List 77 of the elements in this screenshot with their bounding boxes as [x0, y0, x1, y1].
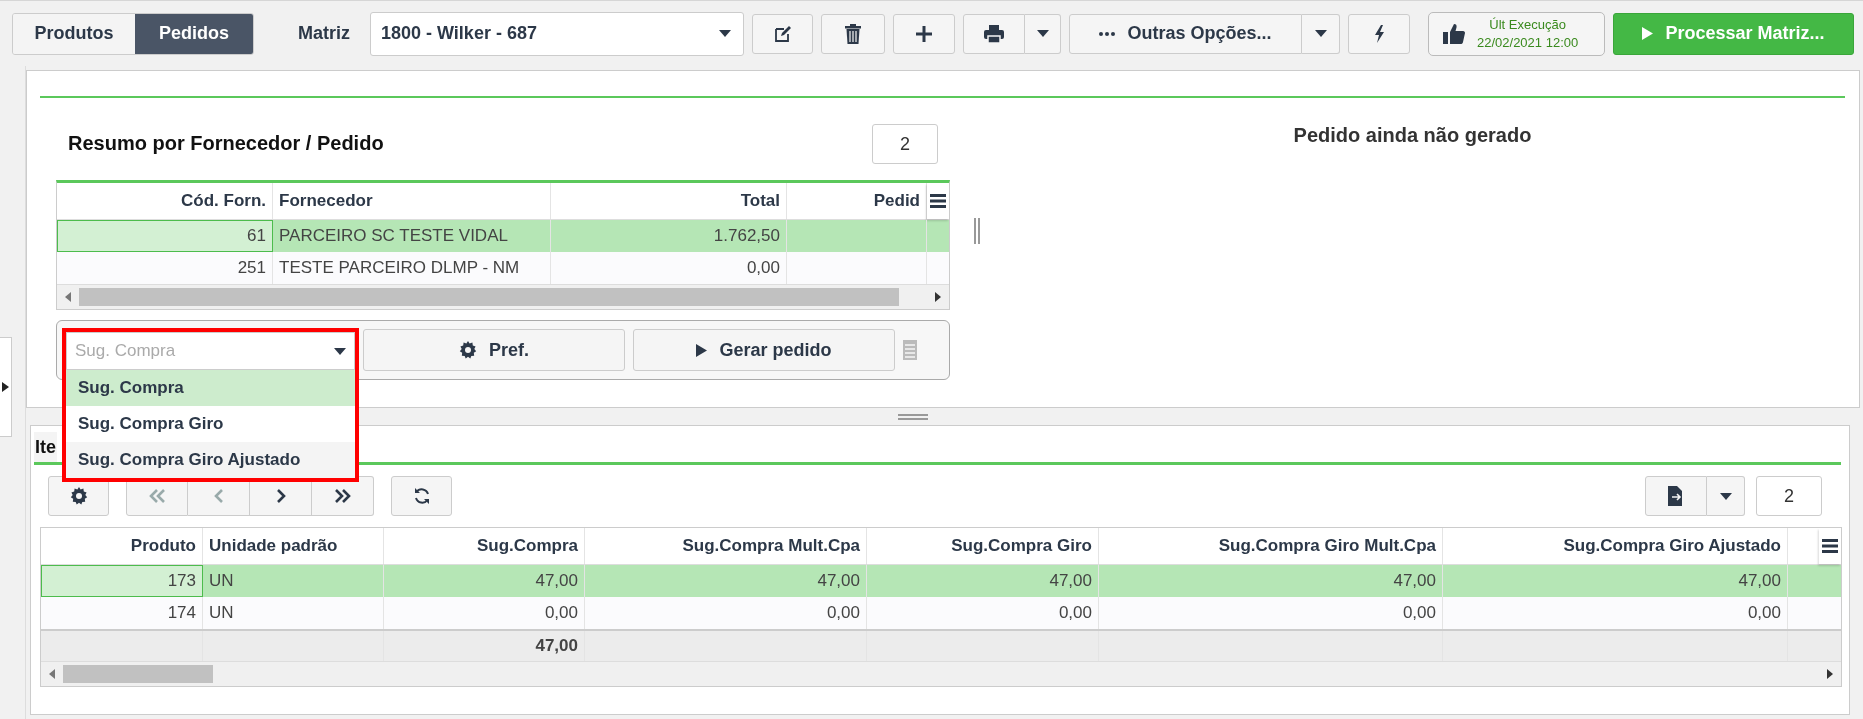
add-button[interactable]: [893, 13, 955, 54]
table-row[interactable]: 251 TESTE PARCEIRO DLMP - NM 0,00: [57, 252, 949, 284]
list-icon: [903, 340, 917, 360]
more-options-button[interactable]: Outras Opções...: [1069, 13, 1302, 54]
expand-arrow-icon: [2, 382, 9, 392]
caret-icon: [1719, 492, 1732, 500]
double-chevron-right-icon: [333, 488, 352, 504]
lightning-icon: [1374, 24, 1384, 43]
column-header[interactable]: Sug.Compra Giro: [867, 528, 1099, 564]
print-button[interactable]: [963, 13, 1025, 54]
splitter-handle[interactable]: [974, 218, 980, 244]
generate-order-button[interactable]: Gerar pedido: [633, 329, 895, 371]
panel-tab[interactable]: Ite: [34, 432, 57, 462]
dropdown-button[interactable]: [1302, 13, 1340, 54]
last-execution-date: 22/02/2021 12:00: [1477, 33, 1579, 52]
scroll-left-icon: [49, 669, 55, 679]
column-header[interactable]: Unidade padrão: [203, 528, 384, 564]
delete-button[interactable]: [821, 13, 885, 54]
table-cell: 61: [57, 220, 273, 252]
scrollbar-thumb[interactable]: [79, 288, 899, 306]
view-tab[interactable]: Pedidos: [135, 13, 253, 54]
caret-icon: [334, 347, 346, 355]
splitter-handle[interactable]: [898, 413, 928, 420]
ellipsis-icon: [1099, 31, 1116, 36]
matriz-label: Matriz: [298, 23, 351, 44]
caret-icon: [719, 30, 731, 37]
printer-icon: [984, 24, 1004, 43]
column-header[interactable]: Sug.Compra Giro Ajustado: [1443, 528, 1788, 564]
edit-button[interactable]: [752, 13, 813, 54]
table-row[interactable]: 174 UN 0,00 0,00 0,00 0,00 0,00: [41, 597, 1841, 629]
run-button[interactable]: [1348, 13, 1410, 54]
dropdown-option[interactable]: Sug. Compra: [66, 370, 355, 406]
column-menu-button[interactable]: [927, 183, 949, 219]
column-header[interactable]: Sug.Compra Mult.Cpa: [585, 528, 867, 564]
column-header[interactable]: Total: [551, 183, 787, 219]
settings-icon: [69, 487, 88, 505]
double-chevron-left-icon: [148, 488, 166, 504]
scroll-right-icon: [935, 292, 941, 302]
column-header[interactable]: Fornecedor: [273, 183, 551, 219]
matriz-select[interactable]: 1800 - Wilker - 687: [370, 11, 744, 56]
dropdown-button[interactable]: [1707, 476, 1745, 516]
scroll-left-icon: [65, 292, 71, 302]
section-title: Resumo por Fornecedor / Pedido: [68, 132, 384, 155]
column-menu-button[interactable]: [1819, 528, 1841, 564]
order-status-text: Pedido ainda não gerado: [1293, 124, 1532, 148]
table-row[interactable]: 61 PARCEIRO SC TESTE VIDAL 1.762,50: [57, 220, 949, 252]
play-icon: [696, 343, 708, 357]
column-header[interactable]: Sug.Compra: [384, 528, 585, 564]
gear-icon: [459, 341, 477, 359]
export-button[interactable]: [1645, 476, 1707, 516]
trash-icon: [845, 23, 861, 44]
column-header[interactable]: Sug.Compra Giro Mult.Cpa: [1099, 528, 1443, 564]
export-file-icon: [1668, 486, 1684, 506]
dropdown-button[interactable]: [1025, 13, 1061, 54]
last-execution-label: Últ Execução: [1489, 15, 1566, 34]
collapse-handle[interactable]: [0, 337, 12, 437]
record-count: 2: [872, 124, 938, 164]
thumbs-up-icon: [1443, 23, 1465, 44]
column-header[interactable]: Produto: [41, 528, 203, 564]
play-icon: [1642, 27, 1654, 40]
table-cell: 173: [41, 565, 203, 597]
caret-icon: [1314, 30, 1327, 37]
scroll-right-icon: [1827, 669, 1833, 679]
scrollbar-thumb[interactable]: [63, 665, 213, 683]
menu-icon: [1822, 539, 1838, 553]
last-execution-button[interactable]: Últ Execução 22/02/2021 12:00: [1428, 11, 1605, 56]
edit-icon: [773, 24, 792, 43]
dropdown-option[interactable]: Sug. Compra Giro Ajustado: [66, 442, 355, 478]
refresh-icon: [412, 487, 431, 505]
column-header[interactable]: Cód. Forn.: [57, 183, 273, 219]
table-row[interactable]: 173 UN 47,00 47,00 47,00 47,00 47,00: [41, 565, 1841, 597]
plus-icon: [916, 25, 932, 42]
menu-icon: [930, 194, 946, 208]
caret-icon: [1036, 30, 1049, 37]
preferences-button[interactable]: Pref.: [363, 329, 625, 371]
refresh-button[interactable]: [391, 476, 452, 516]
record-count: 2: [1756, 476, 1822, 516]
